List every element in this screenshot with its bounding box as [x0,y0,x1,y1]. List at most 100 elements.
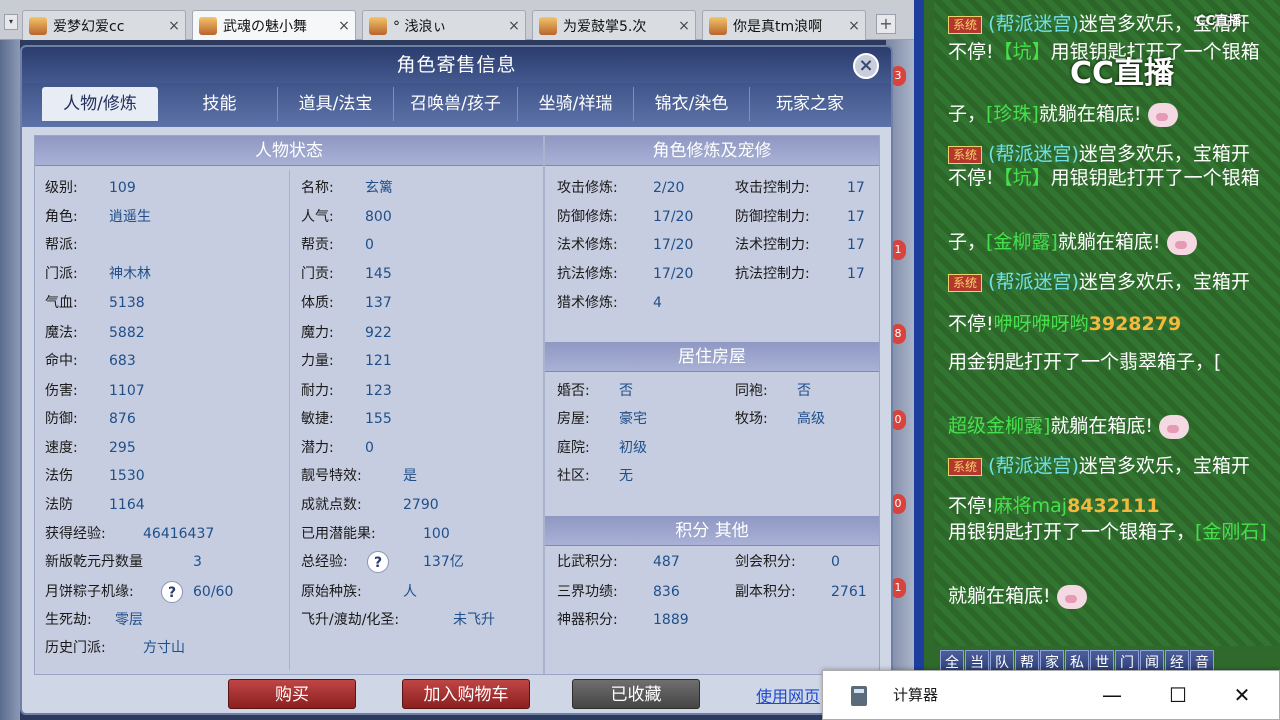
chat-line: 超级金柳露]就躺在箱底! [948,414,1190,439]
status-label: 总经验: [301,554,348,570]
browser-tab[interactable]: ° 浅浪ぃ × [362,10,526,40]
status-label: 潜力: [301,440,334,456]
new-tab-button[interactable]: + [876,14,896,34]
status-row: 月饼粽子机缘:? 60/60 [45,580,233,604]
close-button[interactable]: ✕ [1219,679,1265,711]
cultivation-label: 法术修炼: [557,237,618,253]
browser-tab-bar: ▾ 爱梦幻爱cc × 武魂の魅小舞 × ° 浅浪ぃ × 为爱鼓掌5.次 × 你是真tm浪… [0,0,914,41]
status-row: 人气: 800 [301,205,392,229]
browser-tab[interactable]: 为爱鼓掌5.次 × [532,10,696,40]
chat-text: 子， [948,103,987,125]
status-row: 法防 1164 [45,493,145,517]
cultivation-row: 防御控制力: 17 [735,205,865,229]
minimize-button[interactable]: — [1089,679,1135,711]
cultivation-value: 17/20 [653,266,694,282]
tab-character[interactable]: 人物/修炼 [42,87,158,121]
cultivation-row: 抗法控制力: 17 [735,262,865,286]
tab-mounts[interactable]: 坐骑/祥瑞 [518,87,634,121]
chat-text: 就躺在箱底! [1038,103,1142,125]
status-row: 门派: 神木林 [45,262,151,286]
cultivation-value: 17 [847,237,865,253]
status-value: 295 [109,440,136,456]
help-icon[interactable]: ? [367,551,389,573]
close-icon[interactable]: × [507,18,521,34]
points-value: 2761 [831,584,867,600]
tab-player-home[interactable]: 玩家之家 [750,87,870,121]
housing-row: 房屋: 豪宅 [557,407,647,431]
close-icon[interactable]: × [337,18,351,34]
chat-text: 就躺在箱底! [948,585,1051,607]
web-link[interactable]: 使用网页 [756,683,820,707]
cultivation-value: 17/20 [653,209,694,225]
cultivation-row: 攻击控制力: 17 [735,176,865,200]
housing-value: 否 [619,383,633,399]
stream-watermark: CC直播 [1196,14,1242,29]
system-badge: 系统 [948,273,983,292]
cultivation-row: 攻击修炼: 2/20 [557,176,684,200]
housing-label: 牧场: [735,411,768,427]
chat-item-link[interactable]: [金柳露] [986,231,1058,253]
chat-item-link[interactable]: [金刚石] [1195,521,1267,543]
cultivation-section-header: 角色修炼及宠修 [545,136,879,166]
tab-items[interactable]: 道具/法宝 [278,87,394,121]
status-row: 角色: 逍遥生 [45,205,151,229]
status-label: 飞升/渡劫/化圣: [301,612,400,628]
chat-text: 就躺在箱底! [1057,231,1161,253]
status-label: 气血: [45,295,78,311]
chat-messages: 系统 (帮派迷宫)迷宫多欢乐，宝箱开 不停!【坑】用银钥匙打开了一个银箱 子，[… [934,0,1280,646]
browser-tab[interactable]: 爱梦幻爱cc × [22,10,186,40]
status-value: 1530 [109,468,145,484]
tab-skills[interactable]: 技能 [162,87,278,121]
housing-row: 社区: 无 [557,464,633,488]
chat-item-link[interactable]: 超级金柳露] [948,415,1050,437]
status-row: 帮贡: 0 [301,233,374,257]
close-icon[interactable]: × [853,53,879,79]
status-label: 敏捷: [301,411,334,427]
chat-line: 不停!【坑】用银钥匙打开了一个银箱 [948,166,1260,190]
browser-tab[interactable]: 你是真tm浪啊 × [702,10,866,40]
tab-menu-button[interactable]: ▾ [4,14,18,30]
status-label: 成就点数: [301,497,362,513]
cultivation-row: 抗法修炼: 17/20 [557,262,693,286]
chat-player-id: 3928279 [1088,313,1182,335]
status-value: 155 [365,411,392,427]
help-icon[interactable]: ? [161,581,183,603]
points-value: 1889 [653,612,689,628]
points-label: 三界功绩: [557,584,618,600]
close-icon[interactable]: × [167,18,181,34]
status-label: 角色: [45,209,78,225]
chat-player[interactable]: 麻将maj [994,495,1067,517]
cultivation-row: 防御修炼: 17/20 [557,205,693,229]
status-label: 帮贡: [301,237,334,253]
tab-pets[interactable]: 召唤兽/孩子 [394,87,518,121]
status-value: 2790 [403,497,439,513]
game-left-edge [0,40,20,720]
add-to-cart-button[interactable]: 加入购物车 [402,679,530,709]
chat-player[interactable]: 咿呀咿呀哟 [994,313,1089,335]
browser-tab-active[interactable]: 武魂の魅小舞 × [192,10,356,41]
maximize-button[interactable]: ☐ [1155,679,1201,711]
tab-outfits[interactable]: 锦衣/染色 [634,87,750,121]
status-label: 历史门派: [45,640,106,656]
status-row: 潜力: 0 [301,436,374,460]
buy-button[interactable]: 购买 [228,679,356,709]
status-label: 级别: [45,180,78,196]
chat-item-link[interactable]: [珍珠] [986,103,1039,125]
status-label: 原始种族: [301,584,362,600]
close-icon[interactable]: × [847,18,861,34]
status-value: 玄篱 [365,180,393,196]
status-row: 防御: 876 [45,407,136,431]
status-value: 121 [365,353,392,369]
chat-player[interactable]: 【坑】 [994,167,1051,189]
status-value: 1164 [109,497,145,513]
status-value: 人 [403,584,417,600]
points-label: 神器积分: [557,612,618,628]
favorited-button[interactable]: 已收藏 [572,679,700,709]
chat-player[interactable]: 【坑】 [994,41,1051,63]
calculator-window[interactable]: 计算器 — ☐ ✕ [822,670,1280,720]
avatar-icon [539,16,557,35]
status-value: 60/60 [193,584,234,600]
close-icon[interactable]: × [677,18,691,34]
status-label: 魔力: [301,325,334,341]
tab-title: 爱梦幻爱cc [53,18,125,35]
